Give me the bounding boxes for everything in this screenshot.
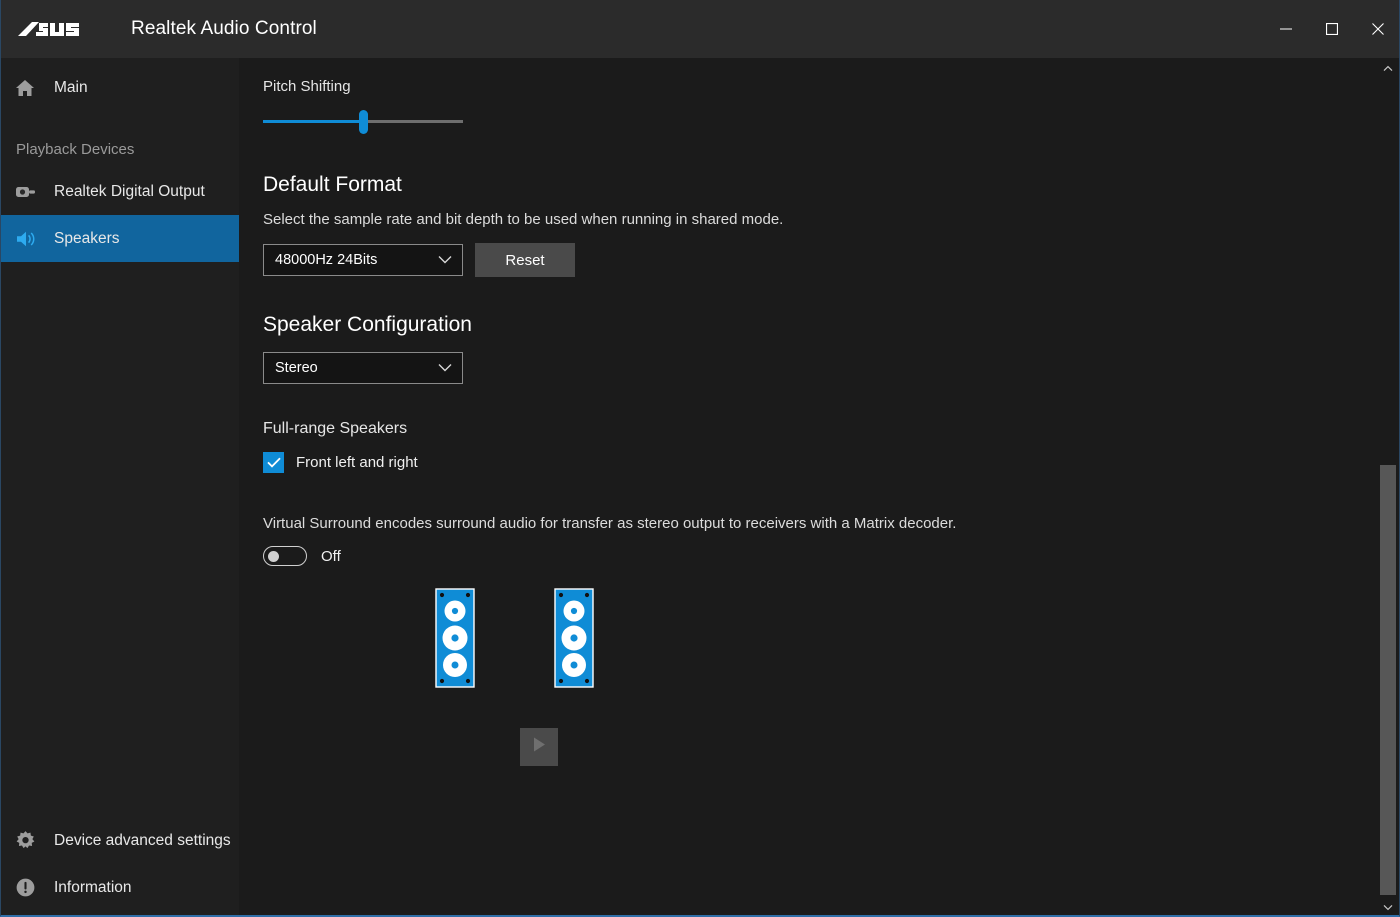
chevron-down-icon — [438, 256, 452, 265]
sidebar-item-speakers[interactable]: Speakers — [1, 215, 239, 262]
vertical-scrollbar[interactable] — [1378, 58, 1398, 915]
full-range-front-left-right-row[interactable]: Front left and right — [263, 452, 1359, 473]
chevron-down-icon — [1383, 898, 1393, 915]
speaker-layout-diagram — [263, 588, 1359, 778]
default-format-title: Default Format — [263, 173, 402, 196]
virtual-surround-description: Virtual Surround encodes surround audio … — [263, 515, 957, 532]
spdif-icon — [15, 184, 45, 200]
sidebar-item-realtek-digital-output[interactable]: Realtek Digital Output — [1, 168, 239, 215]
sidebar-item-main[interactable]: Main — [1, 64, 239, 111]
sidebar-item-label: Main — [54, 78, 88, 96]
slider-fill — [263, 120, 363, 123]
sidebar-section-playback-devices: Playback Devices — [16, 141, 135, 158]
play-icon — [532, 736, 547, 758]
sidebar-item-label: Realtek Digital Output — [54, 182, 205, 200]
front-left-speaker[interactable] — [435, 588, 475, 693]
front-right-speaker[interactable] — [554, 588, 594, 693]
sidebar-item-information[interactable]: Information — [1, 864, 239, 911]
pitch-shifting-label: Pitch Shifting — [263, 78, 351, 95]
chevron-up-icon — [1383, 59, 1393, 77]
speaker-configuration-row: Stereo — [263, 352, 1359, 384]
default-format-select[interactable]: 48000Hz 24Bits — [263, 244, 463, 276]
title-bar: Realtek Audio Control — [1, 0, 1399, 58]
sidebar-item-label: Device advanced settings — [54, 831, 231, 849]
window-controls — [1263, 0, 1399, 58]
play-test-button[interactable] — [520, 728, 558, 766]
default-format-description: Select the sample rate and bit depth to … — [263, 211, 784, 228]
gear-icon — [15, 830, 45, 851]
speaker-configuration-value: Stereo — [275, 360, 318, 376]
reset-button[interactable]: Reset — [475, 243, 575, 277]
speaker-configuration-title: Speaker Configuration — [263, 313, 472, 336]
speaker-icon — [15, 229, 45, 249]
asus-logo-icon — [17, 16, 101, 42]
sidebar-item-device-advanced-settings[interactable]: Device advanced settings — [1, 817, 239, 864]
sidebar: Main Playback Devices Realtek Digital Ou… — [1, 58, 239, 915]
sidebar-item-label: Information — [54, 878, 132, 896]
default-format-value: 48000Hz 24Bits — [275, 252, 378, 268]
speaker-configuration-select[interactable]: Stereo — [263, 352, 463, 384]
sidebar-item-label: Speakers — [54, 229, 120, 247]
scroll-down-button[interactable] — [1378, 897, 1398, 915]
virtual-surround-state: Off — [321, 547, 341, 565]
full-range-speakers-label: Full-range Speakers — [263, 420, 408, 437]
pitch-shifting-slider[interactable] — [263, 107, 463, 137]
virtual-surround-toggle[interactable] — [263, 546, 307, 566]
slider-thumb[interactable] — [358, 110, 368, 134]
full-range-checkbox-label: Front left and right — [296, 454, 418, 471]
minimize-button[interactable] — [1263, 0, 1309, 58]
full-range-checkbox[interactable] — [263, 452, 284, 473]
toggle-knob — [268, 550, 279, 562]
app-title: Realtek Audio Control — [131, 18, 317, 39]
main-content: Pitch Shifting Default Format Select the… — [239, 58, 1383, 915]
chevron-down-icon — [438, 364, 452, 373]
maximize-button[interactable] — [1309, 0, 1355, 58]
virtual-surround-row: Off — [263, 546, 1359, 566]
home-icon — [15, 78, 45, 98]
app-window: Realtek Audio Control Main Playback Devi… — [0, 0, 1400, 917]
scrollbar-thumb[interactable] — [1380, 465, 1396, 895]
default-format-row: 48000Hz 24Bits Reset — [263, 243, 1359, 277]
scroll-up-button[interactable] — [1378, 58, 1398, 78]
close-button[interactable] — [1355, 0, 1399, 58]
sidebar-bottom-group: Device advanced settings Information — [1, 817, 239, 915]
info-icon — [15, 877, 45, 898]
